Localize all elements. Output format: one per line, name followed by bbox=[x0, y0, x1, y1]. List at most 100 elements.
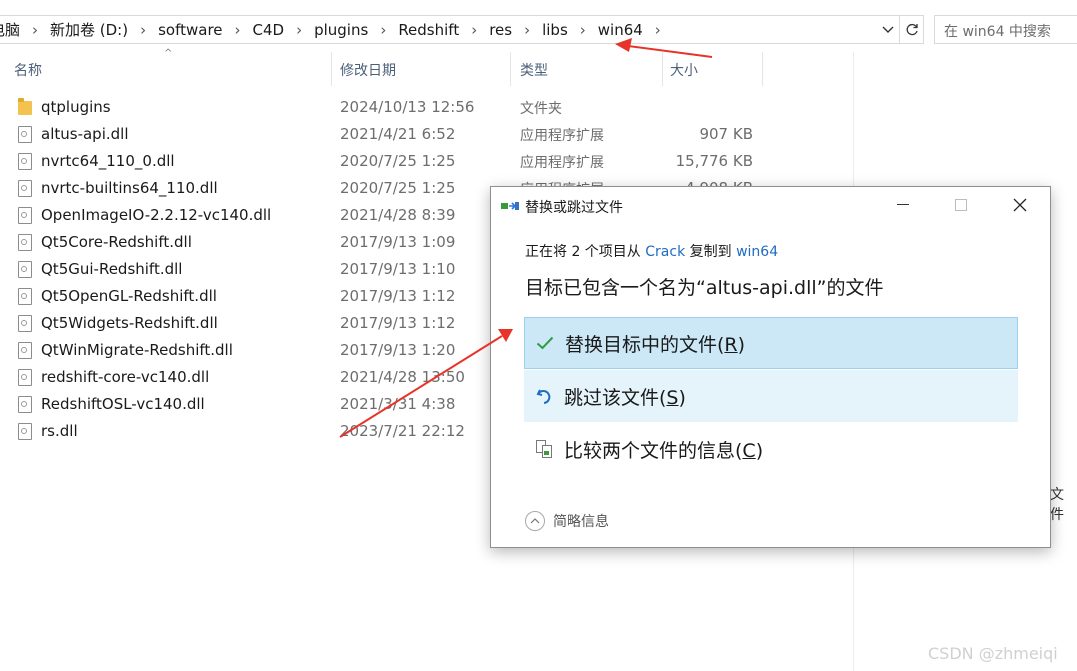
breadcrumb-this-pc[interactable]: 电脑 bbox=[0, 19, 22, 40]
breadcrumb-label: software bbox=[158, 20, 223, 39]
file-date: 2017/9/13 1:12 bbox=[340, 287, 456, 305]
column-header-label: 修改日期 bbox=[340, 63, 396, 79]
breadcrumb-drive[interactable]: 新加卷 (D:) bbox=[48, 19, 130, 40]
option-text: 比较两个文件的信息( bbox=[564, 439, 743, 462]
dll-file-icon bbox=[18, 126, 32, 143]
column-divider[interactable] bbox=[510, 52, 511, 86]
chevron-right-icon[interactable]: › bbox=[645, 21, 671, 39]
dll-file-icon bbox=[18, 261, 32, 278]
breadcrumb-plugins[interactable]: plugins bbox=[312, 21, 370, 39]
copy-status-line: 正在将 2 个项目从 Crack 复制到 win64 bbox=[525, 241, 778, 261]
dll-file-icon bbox=[18, 342, 32, 359]
file-date: 2020/7/25 1:25 bbox=[340, 152, 456, 170]
file-name: Qt5Core-Redshift.dll bbox=[41, 233, 192, 251]
chevron-right-icon[interactable]: › bbox=[130, 21, 156, 39]
breadcrumb-label: res bbox=[489, 20, 513, 39]
column-header-size[interactable]: 大小 bbox=[670, 55, 762, 85]
file-row[interactable]: altus-api.dll 2021/4/21 6:52 应用程序扩展 907 … bbox=[0, 121, 850, 148]
file-name: OpenImageIO-2.2.12-vc140.dll bbox=[41, 206, 272, 224]
dll-file-icon bbox=[18, 234, 32, 251]
file-date: 2021/4/28 8:39 bbox=[340, 206, 456, 224]
source-folder-link[interactable]: Crack bbox=[645, 244, 685, 260]
copy-status-prefix: 正在将 2 个项目从 bbox=[525, 244, 646, 260]
chevron-right-icon[interactable]: › bbox=[514, 21, 540, 39]
chevron-right-icon[interactable]: › bbox=[22, 21, 48, 39]
option-text-end: ) bbox=[737, 333, 746, 356]
breadcrumb-label: win64 bbox=[597, 20, 643, 39]
breadcrumb-c4d[interactable]: C4D bbox=[251, 21, 287, 39]
fewer-details-toggle[interactable]: 简略信息 bbox=[525, 511, 609, 531]
file-name: nvrtc-builtins64_110.dll bbox=[41, 179, 218, 197]
file-row[interactable]: nvrtc64_110_0.dll 2020/7/25 1:25 应用程序扩展 … bbox=[0, 148, 850, 175]
dll-file-icon bbox=[18, 153, 32, 170]
dll-file-icon bbox=[18, 207, 32, 224]
file-name: rs.dll bbox=[41, 422, 78, 440]
column-header-name[interactable]: 名称 bbox=[14, 55, 330, 85]
file-size: 907 KB bbox=[699, 125, 753, 143]
option-text-end: ) bbox=[755, 439, 764, 462]
compare-files-option[interactable]: 比较两个文件的信息(C) bbox=[524, 423, 1018, 475]
file-date: 2017/9/13 1:12 bbox=[340, 314, 456, 332]
dll-file-icon bbox=[18, 288, 32, 305]
close-icon[interactable] bbox=[1006, 193, 1034, 217]
breadcrumb-redshift[interactable]: Redshift bbox=[396, 21, 461, 39]
folder-icon bbox=[18, 98, 32, 115]
dll-file-icon bbox=[18, 315, 32, 332]
file-name: RedshiftOSL-vc140.dll bbox=[41, 395, 205, 413]
file-name: altus-api.dll bbox=[41, 125, 129, 143]
option-accelerator: S bbox=[666, 386, 679, 409]
watermark: CSDN @zhmeiqi bbox=[928, 644, 1058, 663]
option-label: 跳过该文件(S) bbox=[564, 383, 686, 410]
option-accelerator: R bbox=[724, 333, 738, 356]
column-divider[interactable] bbox=[331, 52, 332, 86]
chevron-right-icon[interactable]: › bbox=[225, 21, 251, 39]
chevron-right-icon[interactable]: › bbox=[570, 21, 596, 39]
details-label: 简略信息 bbox=[553, 514, 609, 530]
partial-text: 文件 bbox=[1050, 487, 1064, 523]
file-date: 2017/9/13 1:09 bbox=[340, 233, 456, 251]
file-row-qtplugins[interactable]: qtplugins 2024/10/13 12:56 文件夹 bbox=[0, 94, 850, 121]
file-name: QtWinMigrate-Redshift.dll bbox=[41, 341, 233, 359]
file-date: 2021/4/28 13:50 bbox=[340, 368, 465, 386]
option-label: 比较两个文件的信息(C) bbox=[564, 436, 763, 463]
breadcrumb-label: plugins bbox=[314, 20, 369, 39]
minimize-icon[interactable] bbox=[889, 193, 917, 217]
file-type: 文件夹 bbox=[520, 101, 562, 117]
address-bar[interactable]: 电脑 › 新加卷 (D:) › software › C4D › plugins… bbox=[0, 15, 900, 44]
breadcrumb-software[interactable]: software bbox=[156, 21, 224, 39]
chevron-right-icon[interactable]: › bbox=[461, 21, 487, 39]
chevron-right-icon[interactable]: › bbox=[370, 21, 396, 39]
chevron-right-icon[interactable]: › bbox=[286, 21, 312, 39]
option-text-end: ) bbox=[678, 386, 686, 409]
maximize-icon bbox=[947, 193, 975, 217]
column-divider[interactable] bbox=[762, 52, 763, 86]
file-date: 2021/4/21 6:52 bbox=[340, 125, 456, 143]
replace-or-skip-dialog: 替换或跳过文件 正在将 2 个项目从 Crack 复制到 win64 目标已包含… bbox=[490, 186, 1051, 548]
file-size: 15,776 KB bbox=[675, 152, 753, 170]
option-text: 替换目标中的文件( bbox=[565, 333, 725, 356]
file-name: qtplugins bbox=[41, 98, 111, 116]
replace-files-option[interactable]: 替换目标中的文件(R) bbox=[524, 317, 1018, 369]
dll-file-icon bbox=[18, 180, 32, 197]
dll-file-icon bbox=[18, 396, 32, 413]
copy-files-icon bbox=[501, 202, 519, 210]
breadcrumb-libs[interactable]: libs bbox=[540, 21, 570, 39]
option-accelerator: C bbox=[742, 439, 756, 462]
file-name: Qt5Gui-Redshift.dll bbox=[41, 260, 183, 278]
column-header-date[interactable]: 修改日期 bbox=[340, 55, 510, 85]
destination-folder-link[interactable]: win64 bbox=[736, 244, 778, 260]
details-toggle-icon bbox=[525, 511, 545, 531]
column-divider[interactable] bbox=[662, 52, 663, 86]
refresh-icon[interactable] bbox=[900, 15, 924, 44]
column-header-type[interactable]: 类型 bbox=[520, 55, 662, 85]
breadcrumb-label: libs bbox=[542, 20, 568, 39]
file-type: 应用程序扩展 bbox=[520, 128, 604, 144]
skip-files-option[interactable]: 跳过该文件(S) bbox=[524, 370, 1018, 422]
check-icon bbox=[525, 336, 565, 350]
chevron-down-icon[interactable] bbox=[880, 18, 896, 42]
file-name: redshift-core-vc140.dll bbox=[41, 368, 210, 386]
search-input[interactable]: 在 win64 中搜索 bbox=[934, 15, 1077, 44]
breadcrumb-win64[interactable]: win64 bbox=[596, 21, 645, 39]
file-date: 2021/3/31 4:38 bbox=[340, 395, 456, 413]
breadcrumb-res[interactable]: res bbox=[487, 21, 514, 39]
